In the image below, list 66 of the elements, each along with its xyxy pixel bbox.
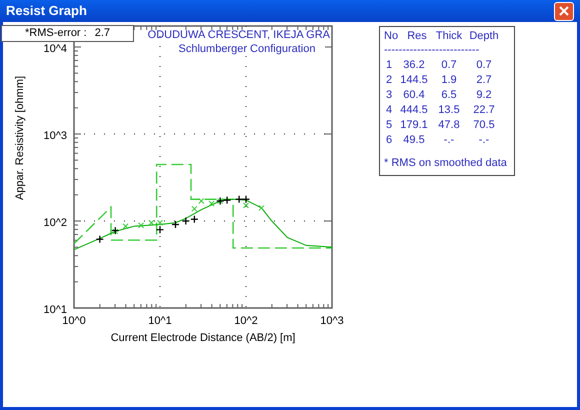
plus-marker <box>235 195 244 204</box>
cross-marker <box>208 200 215 207</box>
cross-marker <box>243 202 249 208</box>
table-cell-text: 36.2 <box>402 58 426 73</box>
separator-line: -------------------------- <box>384 44 480 56</box>
column-header: No <box>384 29 400 44</box>
cross-marker <box>157 220 163 226</box>
cross-marker <box>198 198 204 204</box>
y-tick-label: 10^4 <box>43 43 67 55</box>
column-header: Depth <box>468 29 500 44</box>
plus-marker <box>182 216 190 226</box>
table-cell-text: 2 <box>385 73 394 88</box>
y-tick-label: 10^1 <box>43 304 67 316</box>
cross-marker <box>138 222 144 228</box>
plus-marker <box>156 226 164 234</box>
table-cell-text: 6 <box>385 133 394 148</box>
table-cell-text: -.- <box>478 133 490 148</box>
x-tick-label: 10^1 <box>148 315 172 327</box>
table-cell-text: 70.5 <box>472 118 496 133</box>
table-cell-text: 13.5 <box>437 103 461 118</box>
y-tick-label: 10^2 <box>43 217 67 229</box>
table-cell-text: 22.7 <box>472 103 496 118</box>
plus-marker <box>111 226 120 235</box>
plus-marker <box>190 215 198 224</box>
table-cell-text: 47.8 <box>437 118 461 133</box>
x-axis-title: Current Electrode Distance (AB/2) [m] <box>110 332 296 344</box>
plus-marker <box>242 195 250 204</box>
table-cell-text: 0.7 <box>475 58 493 73</box>
table-cell-text: 0.7 <box>440 58 458 73</box>
table-cell-text: 4 <box>385 103 394 118</box>
x-tick-label: 10^2 <box>234 315 258 327</box>
chart-title: Schlumberger Configuration <box>178 43 316 55</box>
close-icon <box>559 6 569 16</box>
plus-marker <box>96 235 104 244</box>
cross-marker <box>148 220 154 226</box>
x-tick-label: 10^0 <box>62 315 86 327</box>
table-cell-text: 179.1 <box>399 118 429 133</box>
table-cell-text: 2.7 <box>475 73 493 88</box>
table-cell-text: 3 <box>385 88 394 103</box>
cross-marker <box>112 228 118 234</box>
table-cell-text: 444.5 <box>399 103 429 118</box>
table-cell-text: 49.5 <box>402 133 426 148</box>
y-axis-title: Appar. Resistivity [ohmm] <box>14 76 26 200</box>
chart-title: ODUDUWA CRESCENT, IKEJA GRA <box>148 29 330 41</box>
table-note: * RMS on smoothed data <box>384 156 508 171</box>
rms-error-label: *RMS-error : <box>24 26 87 42</box>
window-title: Resist Graph <box>6 2 87 20</box>
x-tick-label: 10^3 <box>320 315 344 327</box>
table-cell-text: 144.5 <box>399 73 429 88</box>
table-cell-text: 1.9 <box>440 73 458 88</box>
cross-marker <box>258 204 264 211</box>
table-cell-text: 1 <box>385 58 394 73</box>
table-cell-text: -.- <box>442 133 456 148</box>
table-cell-text: 6.5 <box>440 88 458 103</box>
y-tick-label: 10^3 <box>43 130 67 142</box>
close-button[interactable] <box>554 2 574 20</box>
cross-marker <box>191 206 198 212</box>
table-cell-text: 60.4 <box>402 88 426 103</box>
cross-marker <box>122 223 129 230</box>
table-cell-text: 9.2 <box>475 88 493 103</box>
table-cell-text: 5 <box>385 118 394 133</box>
column-header: Res <box>406 29 428 44</box>
rms-error-value: 2.7 <box>94 26 110 42</box>
column-header: Thick <box>434 29 464 44</box>
plus-marker <box>171 220 180 229</box>
plus-marker <box>222 196 232 204</box>
